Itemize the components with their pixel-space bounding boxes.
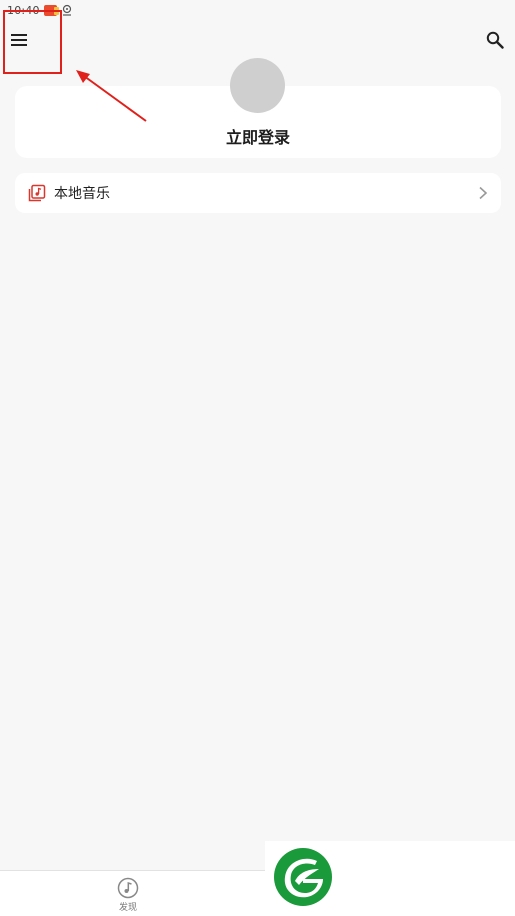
login-link[interactable]: 立即登录 [15,124,501,148]
chevron-right-icon [479,186,488,200]
search-icon [486,31,504,49]
local-music-row[interactable]: 本地音乐 [15,173,501,213]
music-note-icon [117,877,139,899]
notification-badge-icon [43,4,59,16]
search-button[interactable] [484,29,506,51]
brand-logo-icon [274,848,332,906]
menu-button[interactable] [8,30,30,50]
music-folder-icon [28,184,46,202]
watermark-panel [265,841,515,916]
tab-discover-label: 发现 [118,903,137,913]
menu-icon [11,34,27,46]
tab-discover[interactable]: 发现 [108,877,148,915]
location-icon [62,4,71,16]
status-time: 10:40 [7,3,40,17]
status-bar: 10:40 [0,0,515,20]
avatar[interactable] [230,58,285,113]
local-music-label: 本地音乐 [54,186,110,202]
